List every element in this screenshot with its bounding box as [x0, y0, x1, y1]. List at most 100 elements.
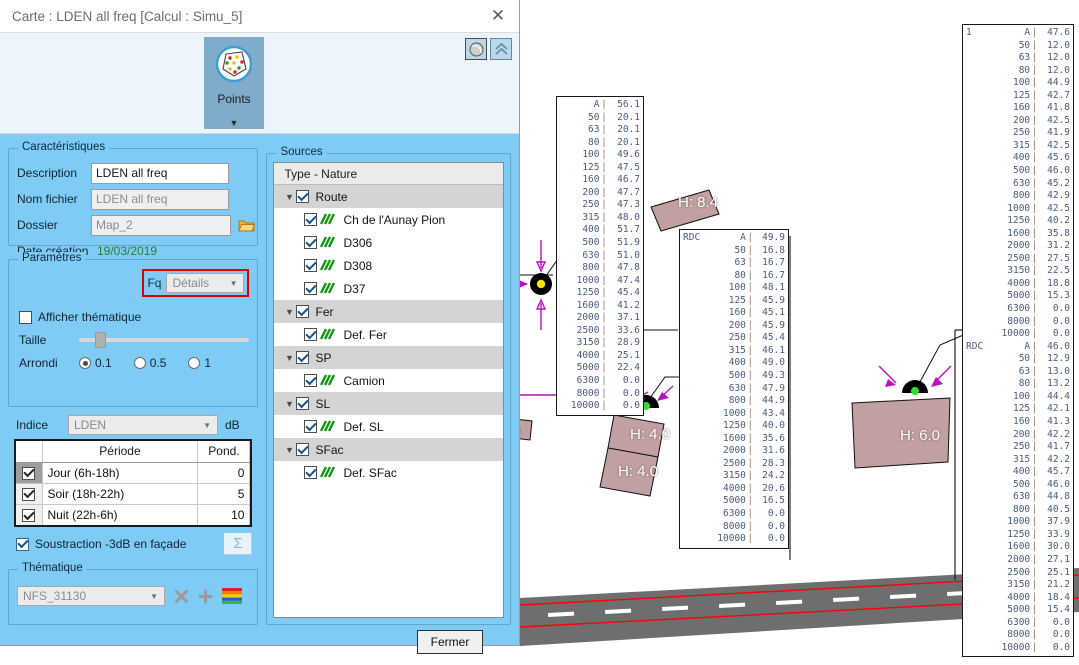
tree-checkbox[interactable]: [296, 351, 310, 364]
sources-item-row[interactable]: Def. Fer: [274, 323, 503, 346]
sources-caption: Sources: [276, 146, 327, 158]
data-table-row: 630 | 51.0: [582, 249, 640, 261]
sources-group-row[interactable]: ▼ SFac: [274, 438, 503, 461]
arrondi-option-2[interactable]: 1: [188, 356, 211, 370]
afficher-thematique-row[interactable]: Afficher thématique: [9, 310, 257, 324]
sources-item-row[interactable]: Ch de l'Aunay Pion: [274, 208, 503, 231]
nomfichier-row: Nom fichier LDEN all freq: [9, 187, 257, 211]
dossier-input: Map_2: [91, 214, 232, 236]
sources-item-row[interactable]: Camion: [274, 369, 503, 392]
sphere-icon[interactable]: [465, 38, 487, 60]
data-table-row: 50 | 16.8: [734, 244, 785, 256]
chevron-double-up-icon[interactable]: [490, 38, 512, 60]
table-row[interactable]: Jour (6h-18h) 0: [16, 462, 251, 484]
close-button[interactable]: Fermer: [417, 630, 483, 654]
data-table-row: 5000 | 22.4: [576, 362, 640, 374]
tree-checkbox[interactable]: [304, 236, 318, 249]
data-table-row: 50 | 12.9: [1018, 353, 1070, 365]
plus-icon[interactable]: [198, 589, 213, 604]
data-table-row: 800 | 42.9: [1012, 190, 1070, 202]
soustraction-checkbox[interactable]: [16, 537, 29, 551]
data-table-row: 80 | 16.7: [734, 269, 785, 281]
col-check: [16, 441, 43, 463]
row-checkbox-cell[interactable]: [16, 462, 43, 484]
data-table-row: 63 | 12.0: [1018, 52, 1070, 64]
row-checkbox[interactable]: [22, 509, 36, 522]
afficher-thematique-checkbox[interactable]: [19, 310, 32, 324]
chevron-down-icon[interactable]: ▼: [282, 399, 296, 409]
data-table-row: 100 | 44.4: [1012, 390, 1070, 402]
source-point-marker[interactable]: [530, 273, 552, 295]
data-table-row: 400 | 51.7: [582, 224, 640, 236]
sources-item-row[interactable]: Def. SL: [274, 415, 503, 438]
source-lines-icon: [317, 236, 337, 249]
row-checkbox[interactable]: [22, 487, 36, 501]
tree-checkbox[interactable]: [304, 420, 318, 433]
arrondi-option-1-label: 0.5: [149, 356, 167, 370]
sources-group-row[interactable]: ▼ SP: [274, 346, 503, 369]
tree-checkbox[interactable]: [304, 259, 318, 272]
chevron-down-icon[interactable]: ▼: [282, 445, 296, 455]
sources-tree[interactable]: Type - Nature ▼ Route Ch de l'Aunay Pion D3…: [273, 162, 504, 618]
folder-icon[interactable]: [235, 215, 257, 235]
source-lines-icon: [317, 213, 337, 226]
row-checkbox[interactable]: [22, 466, 36, 480]
data-table-row: 6300 | 0.0: [576, 375, 640, 387]
sources-item-row[interactable]: D306: [274, 231, 503, 254]
tree-checkbox[interactable]: [296, 443, 310, 456]
fq-select[interactable]: Détails ▼: [166, 273, 245, 293]
col-pond: Pond.: [197, 441, 251, 463]
tree-checkbox[interactable]: [296, 190, 310, 203]
chevron-down-icon[interactable]: ▼: [230, 118, 239, 128]
sources-item-row[interactable]: Def. SFac: [274, 461, 503, 484]
tree-checkbox[interactable]: [304, 328, 318, 341]
data-table-row: 250 | 41.7: [1012, 441, 1070, 453]
tree-checkbox[interactable]: [304, 466, 318, 479]
table-row[interactable]: Soir (18h-22h) 5: [16, 483, 251, 505]
slider-thumb[interactable]: [95, 332, 106, 348]
sigma-icon[interactable]: Σ: [224, 533, 253, 555]
sources-item-row[interactable]: D37: [274, 277, 503, 300]
arrondi-option-1[interactable]: 0.5: [133, 356, 167, 370]
periode-table[interactable]: Période Pond. Jour (6h-18h) 0 Soir (18h-22…: [14, 439, 253, 527]
color-palette-icon[interactable]: [222, 588, 242, 604]
indice-select[interactable]: LDEN ▼: [68, 415, 218, 435]
ribbon-points-button[interactable]: Points ▼: [204, 37, 264, 129]
title-bar[interactable]: Carte : LDEN all freq [Calcul : Simu_5] …: [0, 0, 519, 33]
data-table-row: 2000 | 31.2: [1007, 240, 1070, 252]
sources-group-row[interactable]: ▼ Route: [274, 185, 503, 208]
tree-checkbox[interactable]: [296, 397, 310, 410]
row-periode: Nuit (22h-6h): [42, 504, 199, 525]
chevron-down-icon[interactable]: ▼: [282, 307, 296, 317]
tree-checkbox[interactable]: [296, 305, 310, 318]
tree-checkbox[interactable]: [304, 374, 318, 387]
sources-item-row[interactable]: D308: [274, 254, 503, 277]
taille-slider[interactable]: [79, 332, 250, 348]
tree-checkbox[interactable]: [304, 282, 318, 295]
chevron-down-icon[interactable]: ▼: [282, 192, 296, 202]
sources-group-row[interactable]: ▼ SL: [274, 392, 503, 415]
chevron-down-icon[interactable]: ▼: [282, 353, 296, 363]
close-icon[interactable]: ✕: [483, 3, 513, 29]
data-table-row: 8000 | 0.0: [1007, 629, 1070, 641]
date-value: 19/03/2019: [97, 244, 158, 258]
parametres-group: Paramètres Fq Détails ▼ Afficher thémati…: [8, 252, 259, 407]
thematique-select[interactable]: NFS_31130 ▼: [17, 586, 165, 606]
data-table-row: 315 | 42.2: [1012, 453, 1070, 465]
row-checkbox-cell[interactable]: [16, 504, 43, 525]
description-input[interactable]: LDEN all freq: [91, 162, 230, 184]
arrondi-option-0[interactable]: 0.1: [79, 356, 112, 370]
sources-group-row[interactable]: ▼ Fer: [274, 300, 503, 323]
data-table-row: 2500 | 27.5: [1007, 252, 1070, 264]
data-table-row: 100 | 49.6: [582, 149, 640, 161]
nomfichier-label: Nom fichier: [17, 192, 78, 206]
sources-group-label: SP: [315, 350, 332, 365]
row-pond: 0: [197, 462, 251, 484]
sources-tree-body[interactable]: ▼ Route Ch de l'Aunay Pion D306 D308 D37 ▼ Fer D…: [274, 185, 503, 617]
parametres-caption: Paramètres: [18, 252, 86, 264]
row-checkbox-cell[interactable]: [16, 483, 43, 505]
cross-icon[interactable]: [174, 589, 189, 604]
table-row[interactable]: Nuit (22h-6h) 10: [16, 504, 251, 525]
tree-checkbox[interactable]: [304, 213, 318, 226]
receiver-marker-2[interactable]: [902, 380, 928, 395]
